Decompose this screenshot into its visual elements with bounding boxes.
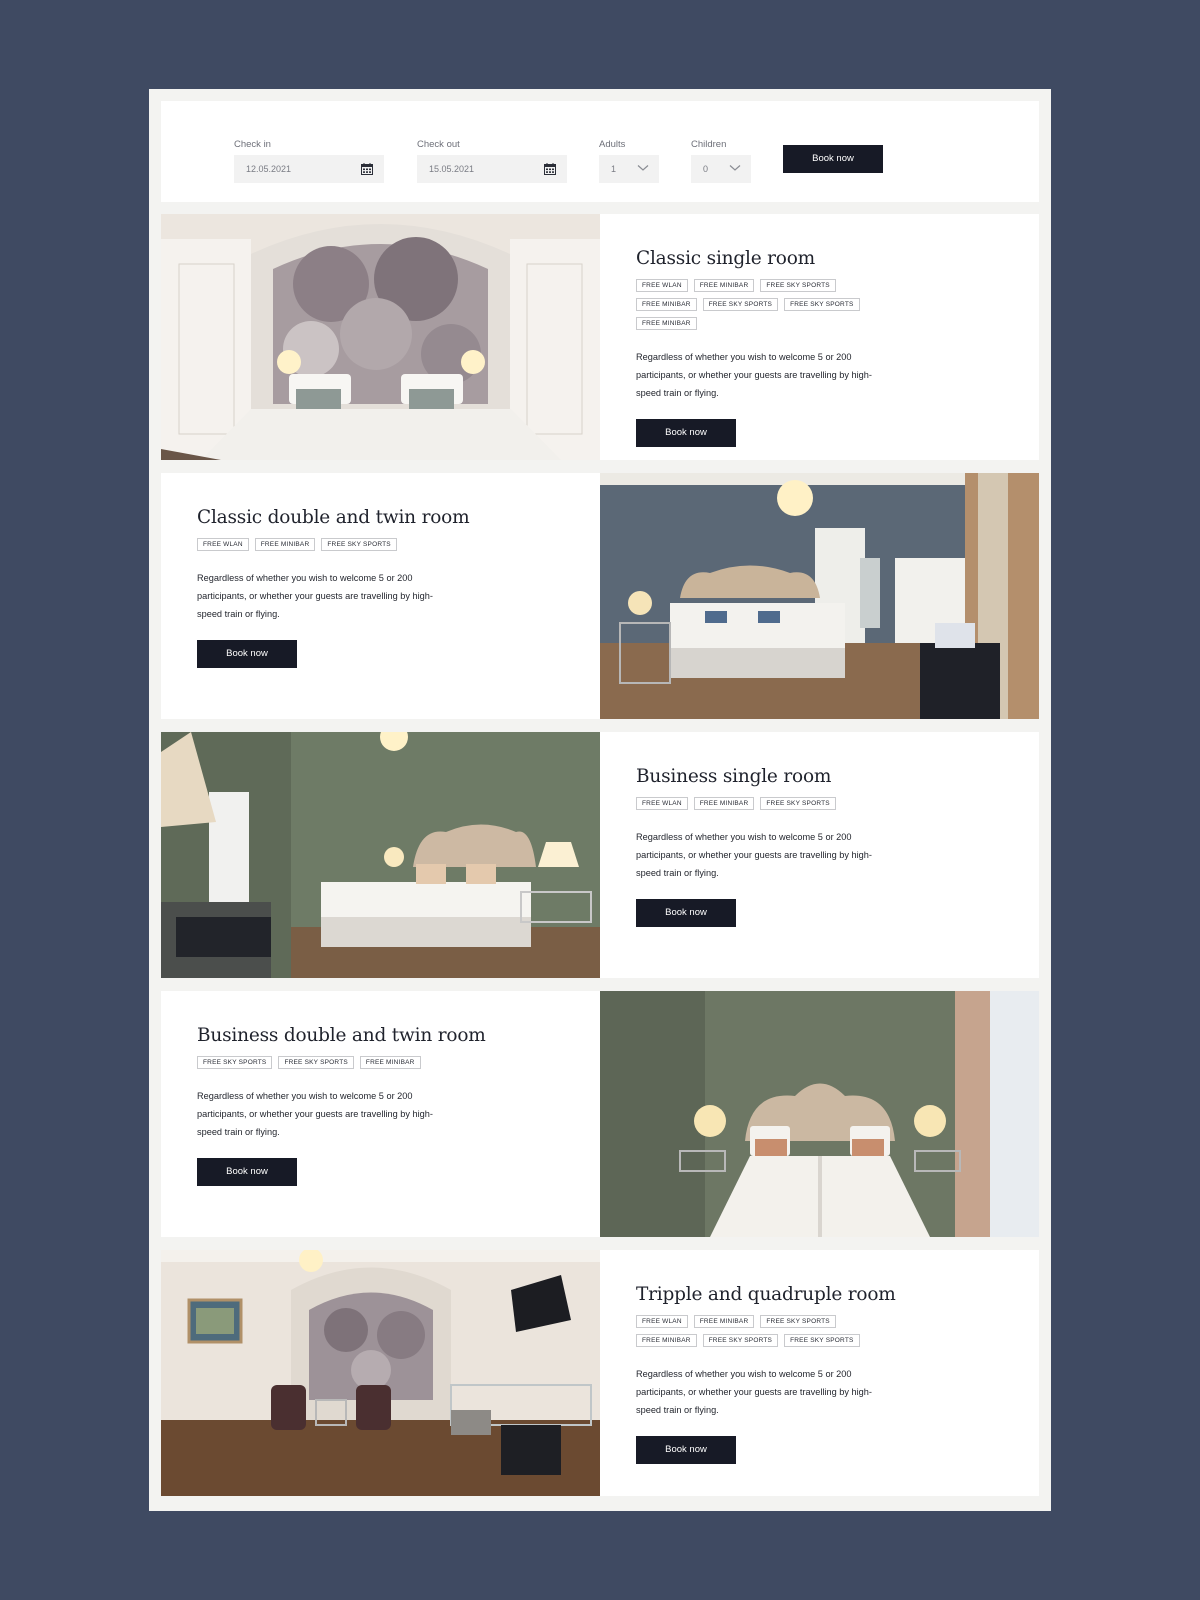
book-now-button[interactable]: Book now: [636, 419, 736, 447]
room-info: Classic double and twin room FREE WLAN F…: [161, 473, 600, 719]
amenity-tag: FREE SKY SPORTS: [197, 1056, 273, 1069]
room-description: Regardless of whether you wish to welcom…: [197, 1091, 433, 1137]
amenity-tag: FREE MINIBAR: [693, 797, 755, 810]
room-card: Tripple and quadruple room FREE WLAN FRE…: [161, 1250, 1039, 1496]
amenity-tag: FREE SKY SPORTS: [784, 1334, 860, 1347]
booking-book-now-button[interactable]: Book now: [783, 145, 883, 173]
room-info: Classic single room FREE WLAN FREE MINIB…: [600, 214, 1039, 460]
adults-value: 1: [611, 164, 617, 174]
book-now-button[interactable]: Book now: [636, 1436, 736, 1464]
adults-select[interactable]: 1: [599, 155, 659, 183]
tripple-room-photo: [161, 1250, 600, 1496]
room-description: Regardless of whether you wish to welcom…: [636, 352, 872, 398]
amenity-tag: FREE SKY SPORTS: [760, 797, 836, 810]
business-single-room-photo: [161, 732, 600, 978]
check-in-value: 12.05.2021: [246, 164, 292, 174]
amenity-tag: FREE MINIBAR: [254, 538, 316, 551]
book-now-button[interactable]: Book now: [197, 640, 297, 668]
room-title: Business double and twin room: [197, 1025, 486, 1046]
room-card: Business double and twin room FREE SKY S…: [161, 991, 1039, 1237]
room-card: Classic single room FREE WLAN FREE MINIB…: [161, 214, 1039, 460]
amenity-tags: FREE SKY SPORTS FREE SKY SPORTS FREE MIN…: [197, 1056, 457, 1069]
room-info: Business single room FREE WLAN FREE MINI…: [600, 732, 1039, 978]
room-info: Business double and twin room FREE SKY S…: [161, 991, 600, 1237]
room-card: Classic double and twin room FREE WLAN F…: [161, 473, 1039, 719]
amenity-tag: FREE MINIBAR: [636, 298, 697, 311]
room-card: Business single room FREE WLAN FREE MINI…: [161, 732, 1039, 978]
amenity-tags: FREE WLAN FREE MINIBAR FREE SKY SPORTS F…: [636, 1315, 896, 1347]
room-info: Tripple and quadruple room FREE WLAN FRE…: [600, 1250, 1039, 1496]
check-out-value: 15.05.2021: [429, 164, 475, 174]
children-select[interactable]: 0: [691, 155, 751, 183]
amenity-tag: FREE SKY SPORTS: [760, 279, 836, 292]
check-in-input[interactable]: 12.05.2021: [234, 155, 384, 183]
classic-double-room-photo: [600, 473, 1039, 719]
room-title: Tripple and quadruple room: [636, 1284, 896, 1305]
room-description: Regardless of whether you wish to welcom…: [636, 1369, 872, 1415]
amenity-tags: FREE WLAN FREE MINIBAR FREE SKY SPORTS F…: [636, 279, 896, 330]
amenity-tag: FREE SKY SPORTS: [278, 1056, 354, 1069]
calendar-icon[interactable]: [544, 163, 556, 175]
check-out-input[interactable]: 15.05.2021: [417, 155, 567, 183]
amenity-tag: FREE MINIBAR: [359, 1056, 421, 1069]
adults-label: Adults: [599, 139, 626, 150]
amenity-tag: FREE WLAN: [636, 797, 688, 810]
room-description: Regardless of whether you wish to welcom…: [197, 573, 433, 619]
amenity-tag: FREE MINIBAR: [693, 279, 755, 292]
children-label: Children: [691, 139, 727, 150]
amenity-tags: FREE WLAN FREE MINIBAR FREE SKY SPORTS: [636, 797, 896, 810]
classic-single-room-photo: [161, 214, 600, 460]
room-description: Regardless of whether you wish to welcom…: [636, 832, 872, 878]
amenity-tag: FREE SKY SPORTS: [702, 1334, 779, 1347]
book-now-button[interactable]: Book now: [636, 899, 736, 927]
business-double-room-photo: [600, 991, 1039, 1237]
amenity-tags: FREE WLAN FREE MINIBAR FREE SKY SPORTS: [197, 538, 457, 551]
room-title: Business single room: [636, 766, 832, 787]
room-title: Classic single room: [636, 248, 816, 269]
calendar-icon[interactable]: [361, 163, 373, 175]
amenity-tag: FREE SKY SPORTS: [784, 298, 860, 311]
amenity-tag: FREE SKY SPORTS: [321, 538, 397, 551]
check-in-label: Check in: [234, 139, 271, 150]
amenity-tag: FREE MINIBAR: [636, 1334, 697, 1347]
children-value: 0: [703, 164, 709, 174]
page-frame: Check in 12.05.2021 Check out 15.05.2021: [149, 89, 1051, 1511]
chevron-down-icon: [729, 165, 741, 171]
amenity-tag: FREE WLAN: [636, 1315, 688, 1328]
amenity-tag: FREE WLAN: [636, 279, 688, 292]
amenity-tag: FREE WLAN: [197, 538, 249, 551]
amenity-tag: FREE MINIBAR: [693, 1315, 755, 1328]
booking-bar: Check in 12.05.2021 Check out 15.05.2021: [161, 101, 1039, 202]
check-out-label: Check out: [417, 139, 460, 150]
amenity-tag: FREE SKY SPORTS: [702, 298, 779, 311]
amenity-tag: FREE SKY SPORTS: [760, 1315, 836, 1328]
book-now-button[interactable]: Book now: [197, 1158, 297, 1186]
room-title: Classic double and twin room: [197, 507, 470, 528]
chevron-down-icon: [637, 165, 649, 171]
amenity-tag: FREE MINIBAR: [636, 317, 697, 330]
